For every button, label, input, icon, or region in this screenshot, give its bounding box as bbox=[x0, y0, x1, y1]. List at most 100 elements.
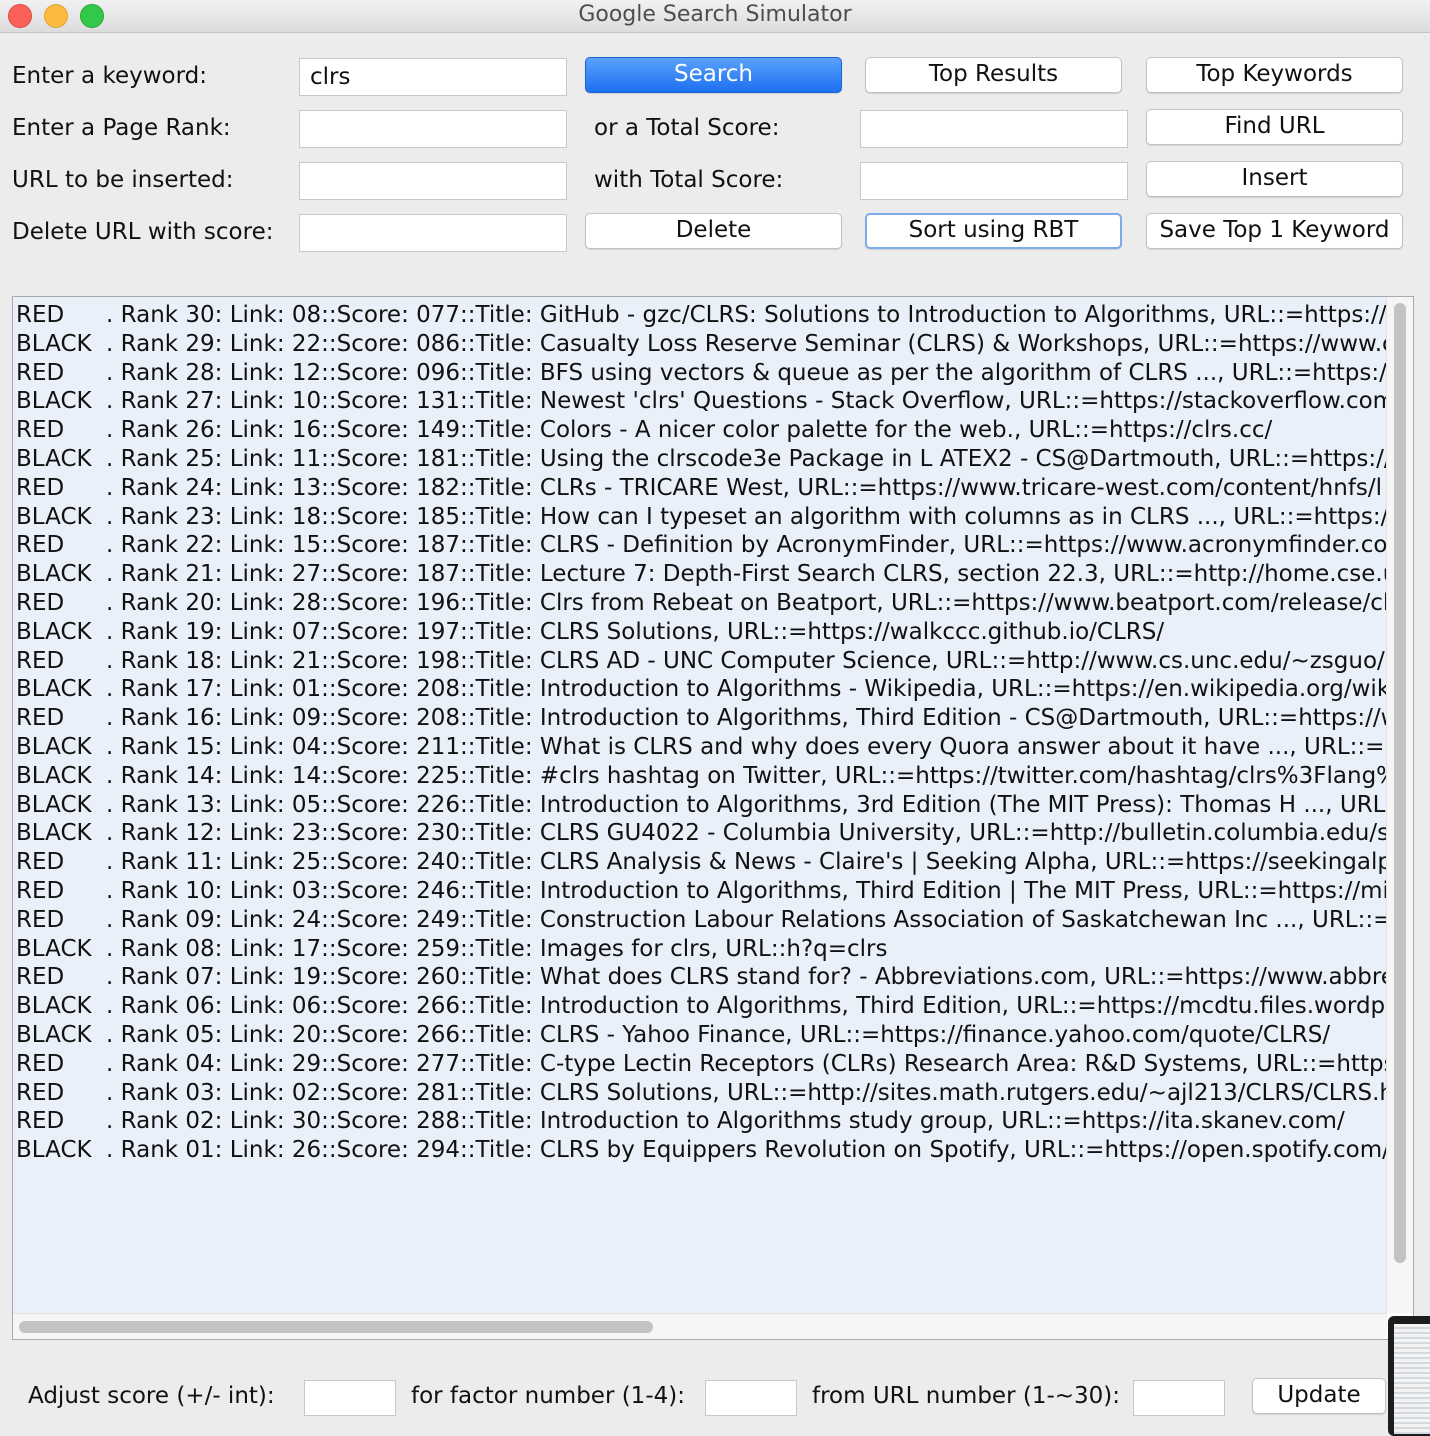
node-color-label: BLACK bbox=[16, 1137, 92, 1164]
result-row[interactable]: BLACK . Rank 21: Link: 27::Score: 187::Ti… bbox=[16, 560, 1387, 589]
delete-score-input[interactable] bbox=[299, 214, 567, 252]
factor-number-input[interactable] bbox=[705, 1380, 797, 1416]
result-text: . Rank 30: Link: 08::Score: 077::Title: … bbox=[106, 302, 1387, 328]
node-color-label: RED bbox=[16, 1079, 65, 1106]
page-rank-input[interactable] bbox=[299, 110, 567, 148]
result-text: . Rank 28: Link: 12::Score: 096::Title: … bbox=[106, 359, 1387, 386]
node-color-label: BLACK bbox=[16, 935, 92, 962]
node-color-label: BLACK bbox=[16, 820, 92, 847]
result-row[interactable]: BLACK . Rank 14: Link: 14::Score: 225::Ti… bbox=[16, 762, 1387, 791]
total-score-label: or a Total Score: bbox=[594, 115, 780, 141]
insert-button[interactable]: Insert bbox=[1146, 161, 1403, 197]
result-row[interactable]: BLACK . Rank 17: Link: 01::Score: 208::Ti… bbox=[16, 675, 1387, 704]
result-row[interactable]: RED . Rank 11: Link: 25::Score: 240::Titl… bbox=[16, 848, 1387, 877]
keyword-input[interactable] bbox=[299, 58, 567, 96]
result-row[interactable]: BLACK . Rank 19: Link: 07::Score: 197::Ti… bbox=[16, 618, 1164, 647]
result-row[interactable]: BLACK . Rank 15: Link: 04::Score: 211::Ti… bbox=[16, 733, 1387, 762]
insert-score-input[interactable] bbox=[860, 162, 1128, 200]
node-color-label: BLACK bbox=[16, 503, 92, 530]
result-row[interactable]: BLACK . Rank 01: Link: 26::Score: 294::Ti… bbox=[16, 1136, 1387, 1165]
result-row[interactable]: RED . Rank 24: Link: 13::Score: 182::Titl… bbox=[16, 474, 1382, 503]
node-color-label: RED bbox=[16, 474, 65, 501]
result-row[interactable]: RED . Rank 07: Link: 19::Score: 260::Titl… bbox=[16, 963, 1387, 992]
result-row[interactable]: RED . Rank 04: Link: 29::Score: 277::Titl… bbox=[16, 1050, 1387, 1079]
factor-number-label: for factor number (1-4): bbox=[411, 1383, 685, 1409]
result-text: . Rank 23: Link: 18::Score: 185::Title: … bbox=[106, 503, 1387, 530]
result-row[interactable]: BLACK . Rank 06: Link: 06::Score: 266::Ti… bbox=[16, 992, 1387, 1021]
node-color-label: RED bbox=[16, 1108, 65, 1135]
result-text: . Rank 08: Link: 17::Score: 259::Title: … bbox=[106, 935, 888, 962]
result-row[interactable]: BLACK . Rank 23: Link: 18::Score: 185::Ti… bbox=[16, 503, 1387, 532]
result-text: . Rank 11: Link: 25::Score: 240::Title: … bbox=[106, 849, 1387, 876]
total-score-input[interactable] bbox=[860, 110, 1128, 148]
node-color-label: BLACK bbox=[16, 446, 92, 472]
result-row[interactable]: RED . Rank 20: Link: 28::Score: 196::Titl… bbox=[16, 589, 1387, 618]
result-row[interactable]: RED . Rank 26: Link: 16::Score: 149::Titl… bbox=[16, 416, 1272, 445]
result-row[interactable]: BLACK . Rank 29: Link: 22::Score: 086::Ti… bbox=[16, 330, 1387, 359]
result-row[interactable]: BLACK . Rank 27: Link: 10::Score: 131::Ti… bbox=[16, 387, 1387, 416]
result-row[interactable]: BLACK . Rank 12: Link: 23::Score: 230::Ti… bbox=[16, 819, 1387, 848]
node-color-label: RED bbox=[16, 849, 65, 876]
result-text: . Rank 14: Link: 14::Score: 225::Title: … bbox=[106, 762, 1387, 789]
url-insert-input[interactable] bbox=[299, 162, 567, 200]
search-button[interactable]: Search bbox=[585, 57, 842, 93]
node-color-label: BLACK bbox=[16, 676, 92, 703]
result-text: . Rank 02: Link: 30::Score: 288::Title: … bbox=[106, 1108, 1345, 1135]
node-color-label: BLACK bbox=[16, 734, 92, 760]
result-row[interactable]: RED . Rank 18: Link: 21::Score: 198::Titl… bbox=[16, 647, 1387, 676]
result-text: . Rank 18: Link: 21::Score: 198::Title: … bbox=[106, 647, 1387, 674]
results-list[interactable]: RED . Rank 30: Link: 08::Score: 077::Titl… bbox=[12, 296, 1414, 1340]
result-row[interactable]: RED . Rank 28: Link: 12::Score: 096::Titl… bbox=[16, 359, 1387, 388]
result-text: . Rank 22: Link: 15::Score: 187::Title: … bbox=[106, 532, 1387, 559]
node-color-label: BLACK bbox=[16, 1022, 92, 1048]
vertical-scroll-thumb[interactable] bbox=[1394, 303, 1406, 1263]
result-row[interactable]: RED . Rank 30: Link: 08::Score: 077::Titl… bbox=[16, 301, 1387, 330]
node-color-label: BLACK bbox=[16, 762, 92, 789]
node-color-label: BLACK bbox=[16, 330, 92, 357]
delete-url-label: Delete URL with score: bbox=[12, 219, 274, 245]
result-row[interactable]: BLACK . Rank 25: Link: 11::Score: 181::Ti… bbox=[16, 445, 1387, 474]
screenshot-thumbnail[interactable] bbox=[1388, 1316, 1430, 1436]
result-text: . Rank 07: Link: 19::Score: 260::Title: … bbox=[106, 964, 1387, 991]
result-text: . Rank 16: Link: 09::Score: 208::Title: … bbox=[106, 705, 1387, 732]
vertical-scrollbar[interactable] bbox=[1386, 297, 1413, 1313]
find-url-button[interactable]: Find URL bbox=[1146, 109, 1403, 145]
node-color-label: BLACK bbox=[16, 791, 92, 818]
node-color-label: RED bbox=[16, 359, 65, 386]
result-row[interactable]: RED . Rank 02: Link: 30::Score: 288::Titl… bbox=[16, 1107, 1345, 1136]
result-row[interactable]: RED . Rank 03: Link: 02::Score: 281::Titl… bbox=[16, 1079, 1387, 1108]
top-keywords-button[interactable]: Top Keywords bbox=[1146, 57, 1403, 93]
horizontal-scroll-thumb[interactable] bbox=[19, 1321, 653, 1333]
save-top-keyword-button[interactable]: Save Top 1 Keyword bbox=[1146, 213, 1403, 249]
sort-rbt-button[interactable]: Sort using RBT bbox=[865, 213, 1122, 249]
result-row[interactable]: RED . Rank 09: Link: 24::Score: 249::Titl… bbox=[16, 906, 1387, 935]
adjust-score-input[interactable] bbox=[304, 1380, 396, 1416]
result-row[interactable]: BLACK . Rank 05: Link: 20::Score: 266::Ti… bbox=[16, 1021, 1330, 1050]
result-row[interactable]: BLACK . Rank 08: Link: 17::Score: 259::Ti… bbox=[16, 935, 888, 964]
result-text: . Rank 10: Link: 03::Score: 246::Title: … bbox=[106, 878, 1387, 904]
result-text: . Rank 12: Link: 23::Score: 230::Title: … bbox=[106, 820, 1387, 847]
result-row[interactable]: RED . Rank 16: Link: 09::Score: 208::Titl… bbox=[16, 704, 1387, 733]
update-button[interactable]: Update bbox=[1252, 1378, 1386, 1414]
node-color-label: RED bbox=[16, 964, 65, 991]
horizontal-scrollbar[interactable] bbox=[13, 1313, 1387, 1339]
node-color-label: RED bbox=[16, 878, 65, 904]
result-row[interactable]: RED . Rank 10: Link: 03::Score: 246::Titl… bbox=[16, 877, 1387, 906]
node-color-label: RED bbox=[16, 417, 65, 444]
result-row[interactable]: RED . Rank 22: Link: 15::Score: 187::Titl… bbox=[16, 531, 1387, 560]
node-color-label: RED bbox=[16, 302, 65, 328]
top-results-button[interactable]: Top Results bbox=[865, 57, 1122, 93]
node-color-label: RED bbox=[16, 647, 65, 674]
node-color-label: BLACK bbox=[16, 618, 92, 645]
title-bar: Google Search Simulator bbox=[0, 0, 1430, 33]
result-text: . Rank 17: Link: 01::Score: 208::Title: … bbox=[106, 676, 1387, 703]
with-total-score-label: with Total Score: bbox=[594, 167, 784, 193]
result-text: . Rank 20: Link: 28::Score: 196::Title: … bbox=[106, 590, 1387, 616]
delete-button[interactable]: Delete bbox=[585, 213, 842, 249]
result-text: . Rank 01: Link: 26::Score: 294::Title: … bbox=[106, 1137, 1387, 1164]
thumbnail-preview-image bbox=[1394, 1324, 1430, 1434]
node-color-label: BLACK bbox=[16, 561, 92, 588]
url-number-input[interactable] bbox=[1133, 1380, 1225, 1416]
keyword-label: Enter a keyword: bbox=[12, 63, 207, 89]
result-row[interactable]: BLACK . Rank 13: Link: 05::Score: 226::Ti… bbox=[16, 791, 1387, 820]
